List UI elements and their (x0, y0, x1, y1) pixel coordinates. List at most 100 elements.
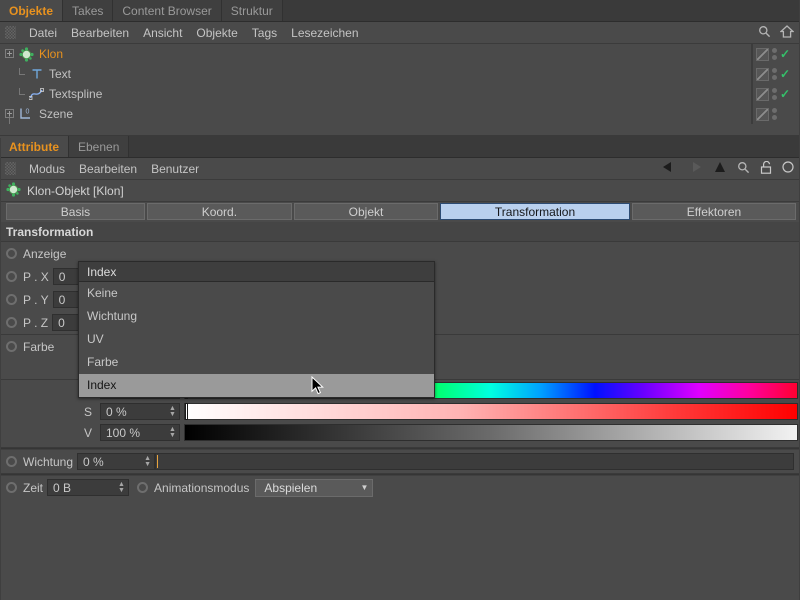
input-saturation[interactable]: 0 % ▲▼ (100, 403, 180, 420)
input-value[interactable]: 100 % ▲▼ (100, 424, 180, 441)
tag-area[interactable]: ✓ (752, 64, 800, 84)
wichtung-slider-field[interactable] (155, 453, 794, 470)
tab-attribute[interactable]: Attribute (0, 136, 69, 157)
input-wichtung[interactable]: 0 % ▲▼ (77, 453, 155, 470)
animate-bullet-icon[interactable] (6, 341, 17, 352)
spline-object-icon (29, 87, 44, 102)
tab-objekte[interactable]: Objekte (0, 0, 63, 21)
dropdown-item-keine[interactable]: Keine (79, 282, 434, 305)
page-title: Klon-Objekt [Klon] (27, 184, 124, 198)
animate-bullet-icon[interactable] (6, 317, 17, 328)
clone-object-icon (6, 182, 21, 200)
enabled-check-icon[interactable]: ✓ (780, 69, 790, 79)
value-slider[interactable] (184, 424, 798, 441)
tab-basis[interactable]: Basis (6, 203, 145, 220)
tree-row-textspline[interactable]: Textspline ✓ (0, 84, 800, 104)
visibility-dots[interactable] (772, 88, 777, 100)
display-tag-icon[interactable] (756, 108, 769, 121)
tab-objekt[interactable]: Objekt (294, 203, 438, 220)
dropdown-item-farbe[interactable]: Farbe (79, 351, 434, 374)
tag-area[interactable]: ✓ (752, 84, 800, 104)
spinner-saturation[interactable]: ▲▼ (168, 406, 177, 417)
tab-ebenen[interactable]: Ebenen (69, 136, 129, 157)
saturation-slider-handle[interactable] (185, 403, 188, 420)
row-value: V 100 % ▲▼ (84, 422, 800, 443)
svg-text:0: 0 (26, 109, 30, 116)
spinner-wichtung[interactable]: ▲▼ (143, 456, 152, 467)
menu-objekte[interactable]: Objekte (189, 22, 244, 44)
tag-area[interactable]: ✓ (752, 44, 800, 64)
object-tree[interactable]: Klon ✓ Text ✓ (0, 44, 800, 136)
visibility-dots[interactable] (772, 108, 777, 120)
up-arrow-icon[interactable] (713, 161, 727, 176)
display-tag-icon[interactable] (756, 68, 769, 81)
scene-object-icon: 0 (19, 107, 34, 122)
grip-handle-icon[interactable] (5, 26, 16, 39)
forward-arrow-icon[interactable] (687, 161, 703, 176)
tab-content-browser[interactable]: Content Browser (113, 0, 221, 21)
visibility-dots[interactable] (772, 48, 777, 60)
menu-ansicht[interactable]: Ansicht (136, 22, 189, 44)
tree-branch-icon (14, 88, 26, 100)
label-zeit: Zeit (23, 481, 43, 495)
input-zeit[interactable]: 0 B ▲▼ (47, 479, 129, 496)
tab-takes[interactable]: Takes (63, 0, 113, 21)
input-zeit-value: 0 B (53, 481, 114, 495)
menu-bearbeiten[interactable]: Bearbeiten (64, 22, 136, 44)
display-tag-icon[interactable] (756, 88, 769, 101)
select-animationsmodus[interactable]: Abspielen ▼ (255, 479, 373, 497)
grip-handle-icon[interactable] (5, 162, 16, 175)
visibility-dots[interactable] (772, 68, 777, 80)
menu-lesezeichen[interactable]: Lesezeichen (284, 22, 365, 44)
tree-item-label: Klon (39, 47, 63, 61)
expander-plus-icon[interactable] (5, 109, 14, 118)
anzeige-dropdown-popup[interactable]: Index Keine Wichtung UV Farbe Index (78, 261, 435, 398)
dropdown-item-wichtung[interactable]: Wichtung (79, 305, 434, 328)
expander-plus-icon[interactable] (5, 49, 14, 58)
enabled-check-icon[interactable]: ✓ (780, 49, 790, 59)
animate-bullet-icon[interactable] (6, 294, 17, 305)
dropdown-item-uv[interactable]: UV (79, 328, 434, 351)
tab-effektoren[interactable]: Effektoren (632, 203, 796, 220)
tree-row-text[interactable]: Text ✓ (0, 64, 800, 84)
lock-icon[interactable] (760, 161, 772, 177)
tag-area[interactable] (752, 104, 800, 124)
saturation-slider[interactable] (184, 403, 798, 420)
search-icon[interactable] (737, 161, 750, 177)
display-tag-icon[interactable] (756, 48, 769, 61)
enabled-check-icon[interactable]: ✓ (780, 89, 790, 99)
animate-bullet-icon[interactable] (6, 248, 17, 259)
menu-modus[interactable]: Modus (22, 158, 72, 180)
circle-icon[interactable] (782, 161, 794, 176)
tab-transformation[interactable]: Transformation (440, 203, 630, 220)
chevron-down-icon: ▼ (360, 483, 368, 492)
menu-benutzer[interactable]: Benutzer (144, 158, 206, 180)
object-manager-menubar: Datei Bearbeiten Ansicht Objekte Tags Le… (0, 22, 800, 44)
tree-item-label: Text (49, 67, 71, 81)
menu-tags[interactable]: Tags (245, 22, 284, 44)
row-wichtung: Wichtung 0 % ▲▼ (0, 450, 800, 473)
spinner-zeit[interactable]: ▲▼ (117, 482, 126, 493)
spinner-value[interactable]: ▲▼ (168, 427, 177, 438)
tab-struktur[interactable]: Struktur (222, 0, 283, 21)
home-icon[interactable] (780, 25, 794, 41)
label-pz: P . Z (23, 316, 48, 330)
input-wichtung-value: 0 % (83, 455, 140, 469)
input-saturation-value: 0 % (106, 405, 165, 419)
search-icon[interactable] (758, 25, 771, 41)
label-saturation: S (84, 405, 100, 419)
attribute-manager-menubar: Modus Bearbeiten Benutzer (0, 158, 800, 180)
back-arrow-icon[interactable] (661, 161, 677, 176)
tree-row-klon[interactable]: Klon ✓ (0, 44, 800, 64)
menu-bearbeiten[interactable]: Bearbeiten (72, 158, 144, 180)
label-animationsmodus: Animationsmodus (154, 481, 249, 495)
animate-bullet-icon[interactable] (137, 482, 148, 493)
menu-datei[interactable]: Datei (22, 22, 64, 44)
animate-bullet-icon[interactable] (6, 271, 17, 282)
tree-item-label: Textspline (49, 87, 102, 101)
animate-bullet-icon[interactable] (6, 482, 17, 493)
tab-koord[interactable]: Koord. (147, 203, 292, 220)
animate-bullet-icon[interactable] (6, 456, 17, 467)
tree-row-szene[interactable]: 0 Szene (0, 104, 800, 124)
dropdown-item-index[interactable]: Index (79, 374, 434, 397)
